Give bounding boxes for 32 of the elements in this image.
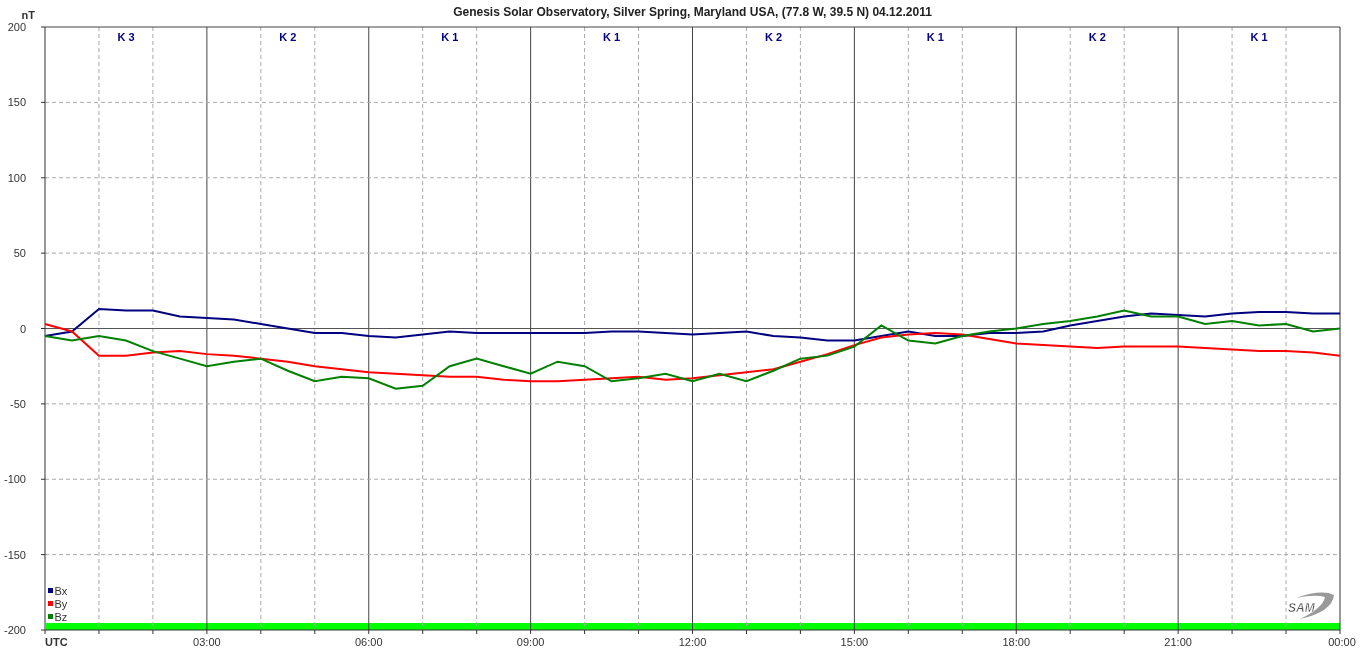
y-tick-label: 200	[7, 21, 26, 33]
x-tick-label: 15:00	[840, 636, 869, 648]
y-tick-label: 150	[7, 96, 26, 109]
x-tick-label: 18:00	[1002, 636, 1030, 648]
y-axis-label: nT	[21, 9, 35, 21]
y-tick-label: -50	[10, 397, 26, 410]
legend-label: Bz	[54, 611, 68, 623]
x-tick-label: 00:00	[1328, 636, 1356, 648]
k-index-label: K 2	[1088, 31, 1106, 43]
y-tick-label: 100	[7, 171, 26, 184]
legend-label: Bx	[54, 585, 68, 597]
y-tick-label: -100	[3, 473, 26, 486]
chart-title: Genesis Solar Observatory, Silver Spring, Maryland USA, (77.8 W, 39.5 N) 04.12.2011	[453, 5, 932, 19]
k-index-label: K 3	[117, 31, 135, 43]
k-index-label: K 1	[441, 31, 459, 43]
k-index-label: K 1	[926, 31, 944, 43]
sam-logo: SAM	[1288, 592, 1334, 619]
y-tick-label: -200	[3, 624, 26, 636]
x-tick-label: 09:00	[516, 636, 545, 648]
legend-label: By	[54, 598, 68, 610]
x-axis-label: UTC	[45, 636, 68, 648]
y-tick-label: -150	[3, 548, 26, 561]
k-index-label: K 2	[279, 31, 297, 43]
x-tick-label: 21:00	[1164, 636, 1192, 648]
x-tick-label: 06:00	[355, 636, 383, 648]
y-tick-label: 0	[19, 322, 26, 335]
k-index-label: K 1	[603, 31, 621, 43]
k-index-label: K 2	[764, 31, 782, 43]
x-tick-label: 03:00	[193, 636, 221, 648]
k-index-label: K 1	[1250, 31, 1268, 43]
y-tick-label: 50	[13, 247, 26, 260]
x-tick-label: 12:00	[678, 636, 707, 648]
